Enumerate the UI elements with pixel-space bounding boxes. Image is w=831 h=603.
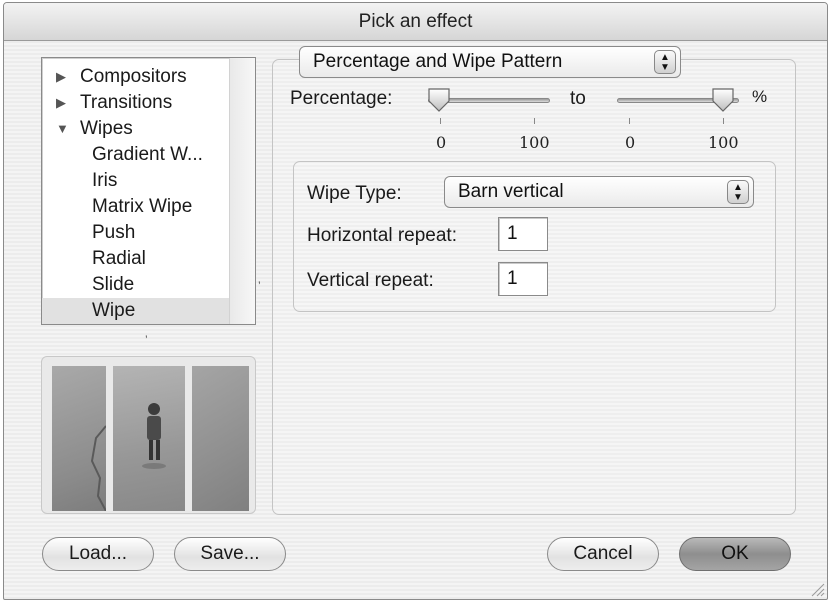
- tree-item-transitions[interactable]: ▶ Transitions: [42, 90, 230, 116]
- tree-item-push[interactable]: Push: [42, 220, 230, 246]
- tree-item-compositors[interactable]: ▶ Compositors: [42, 64, 230, 90]
- window-title: Pick an effect: [4, 3, 827, 41]
- slider-tick: [723, 118, 724, 124]
- tree-item-wipe[interactable]: Wipe: [42, 298, 230, 324]
- preview-wall-crack: [90, 425, 106, 511]
- disclosure-expanded-icon[interactable]: ▼: [56, 116, 69, 142]
- preview-child-figure: [142, 403, 166, 469]
- popup-arrows-icon: ▲ ▼: [654, 50, 676, 74]
- save-button[interactable]: Save...: [174, 537, 286, 571]
- mode-popup[interactable]: Percentage and Wipe Pattern ▲ ▼: [299, 46, 681, 78]
- splitter-handle-icon[interactable]: ’: [145, 333, 148, 347]
- disclosure-collapsed-icon[interactable]: ▶: [56, 90, 66, 116]
- tree-item-label: Transitions: [80, 92, 173, 113]
- slider-tick: [534, 118, 535, 124]
- tree-item-label: Matrix Wipe: [92, 196, 193, 217]
- resize-grip-icon[interactable]: [809, 581, 825, 597]
- tree-item-wipes[interactable]: ▼ Wipes: [42, 116, 230, 142]
- mode-popup-value: Percentage and Wipe Pattern: [313, 51, 563, 72]
- tree-item-label: Wipes: [80, 118, 133, 139]
- tree-item-label: Gradient W...: [92, 144, 203, 165]
- tree-scrollbar[interactable]: [229, 58, 255, 324]
- effect-tree[interactable]: ▶ Compositors ▶ Transitions ▼ Wipes Grad…: [41, 57, 256, 325]
- disclosure-collapsed-icon[interactable]: ▶: [56, 64, 66, 90]
- tree-item-label: Slide: [92, 274, 135, 295]
- tree-item-matrix-wipe[interactable]: Matrix Wipe: [42, 194, 230, 220]
- preview-image: [52, 366, 249, 511]
- horizontal-repeat-label: Horizontal repeat:: [307, 225, 457, 246]
- start-slider-min-label: 0: [436, 133, 447, 152]
- tree-item-label: Wipe: [92, 300, 136, 321]
- tree-item-label: Push: [92, 222, 136, 243]
- tree-item-label: Compositors: [80, 66, 187, 87]
- vertical-repeat-field[interactable]: 1: [498, 262, 548, 296]
- slider-tick: [440, 118, 441, 124]
- cancel-button[interactable]: Cancel: [547, 537, 659, 571]
- start-percentage-slider-thumb[interactable]: [427, 87, 451, 113]
- percent-sign-label: %: [752, 87, 768, 106]
- percentage-label: Percentage:: [290, 88, 393, 109]
- to-label: to: [570, 88, 586, 109]
- tree-item-slide[interactable]: Slide: [42, 272, 230, 298]
- tree-item-label: Iris: [92, 170, 118, 191]
- tree-item-radial[interactable]: Radial: [42, 246, 230, 272]
- end-slider-min-label: 0: [625, 133, 636, 152]
- wipe-type-popup[interactable]: Barn vertical ▲ ▼: [444, 176, 754, 208]
- wipe-type-label: Wipe Type:: [307, 183, 402, 204]
- effect-preview: [41, 356, 256, 514]
- end-percentage-slider-thumb[interactable]: [711, 87, 735, 113]
- vertical-repeat-label: Vertical repeat:: [307, 270, 434, 291]
- wipe-type-value: Barn vertical: [458, 181, 564, 202]
- tree-item-label: Radial: [92, 248, 146, 269]
- end-slider-max-label: 100: [708, 133, 739, 152]
- popup-arrows-icon: ▲ ▼: [727, 180, 749, 204]
- effect-dialog: Pick an effect ▶ Compositors ▶ Transitio…: [3, 2, 828, 600]
- tree-item-iris[interactable]: Iris: [42, 168, 230, 194]
- horizontal-repeat-field[interactable]: 1: [498, 217, 548, 251]
- ok-button[interactable]: OK: [679, 537, 791, 571]
- load-button[interactable]: Load...: [42, 537, 154, 571]
- slider-tick: [629, 118, 630, 124]
- tree-item-gradient-wipe[interactable]: Gradient W...: [42, 142, 230, 168]
- splitter-handle-icon[interactable]: ’: [258, 279, 261, 293]
- start-slider-max-label: 100: [519, 133, 550, 152]
